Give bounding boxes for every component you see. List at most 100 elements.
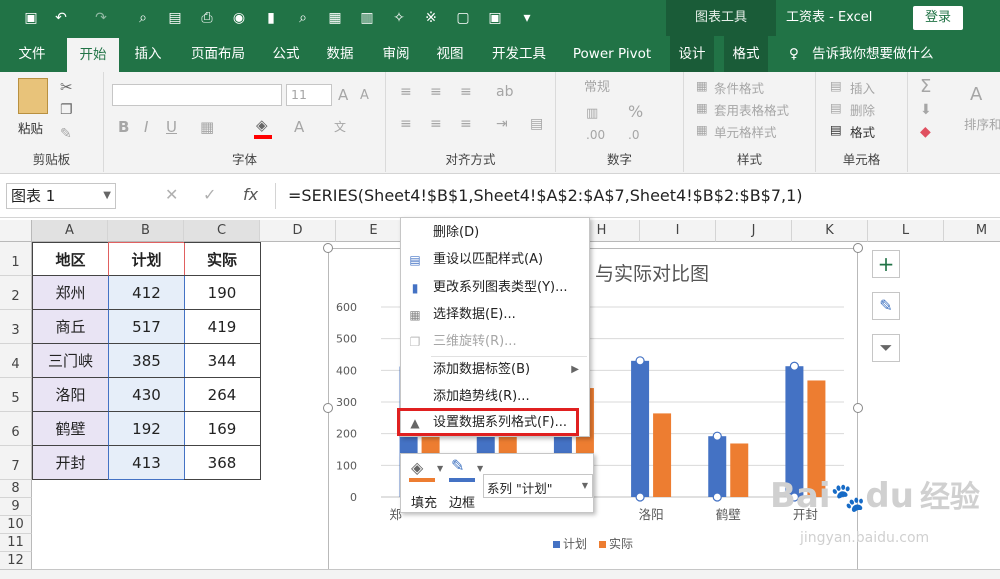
bar-actual[interactable] xyxy=(653,413,672,497)
chevron-down-icon[interactable]: ▼ xyxy=(582,481,588,490)
row-header[interactable]: 6 xyxy=(0,412,32,446)
cut-icon[interactable]: ✂ xyxy=(60,78,73,96)
font-size-box[interactable]: 11 xyxy=(286,84,332,106)
menu-item-3d-rotation[interactable]: ❐ 三维旋转(R)... xyxy=(401,328,589,355)
align-left-icon[interactable]: ≡ xyxy=(400,116,412,132)
chart-title[interactable]: 与实际对比图 xyxy=(595,259,709,286)
bold-icon[interactable]: B xyxy=(118,118,129,136)
tab-file[interactable]: 文件 xyxy=(10,36,54,72)
table-cell[interactable]: 192 xyxy=(108,412,185,446)
paste-button-label[interactable]: 粘贴 xyxy=(18,118,43,137)
table-cell[interactable]: 430 xyxy=(108,378,185,412)
chart-elements-icon[interactable]: + xyxy=(872,250,900,278)
menu-item-change-chart-type[interactable]: ▮ 更改系列图表类型(Y)... xyxy=(401,274,589,301)
column-header[interactable]: K xyxy=(792,220,868,242)
format-painter-icon[interactable]: ✎ xyxy=(60,126,72,142)
find-icon[interactable]: ⌕ xyxy=(294,9,312,27)
fill-dropdown-icon[interactable]: ▼ xyxy=(437,464,443,473)
formula-input[interactable]: =SERIES(Sheet4!$B$1,Sheet4!$A$2:$A$7,She… xyxy=(275,183,995,209)
border-icon[interactable]: ▢ xyxy=(454,9,472,27)
table-cell[interactable]: 三门峡 xyxy=(32,344,109,378)
table-cell[interactable]: 190 xyxy=(184,276,261,310)
table-cell[interactable]: 商丘 xyxy=(32,310,109,344)
font-color-icon[interactable]: A xyxy=(294,118,304,136)
table-cell[interactable]: 412 xyxy=(108,276,185,310)
increase-decimal-icon[interactable]: .00 xyxy=(586,128,605,142)
form-icon[interactable]: ▦ xyxy=(326,9,344,27)
insert-function-icon[interactable]: fx xyxy=(243,185,258,204)
number-format-box[interactable]: 常规 xyxy=(584,78,672,100)
phonetic-icon[interactable]: 文 xyxy=(334,118,346,135)
paste-icon[interactable]: ▤ xyxy=(166,9,184,27)
column-header[interactable]: J xyxy=(716,220,792,242)
paste-icon[interactable] xyxy=(18,78,48,114)
fill-icon[interactable]: ⬇ xyxy=(920,102,932,118)
tab-developer[interactable]: 开发工具 xyxy=(484,36,554,72)
table-cell[interactable]: 洛阳 xyxy=(32,378,109,412)
grow-font-icon[interactable]: A xyxy=(338,86,348,104)
fill-color-icon[interactable]: ◈ xyxy=(256,116,268,134)
tab-page-layout[interactable]: 页面布局 xyxy=(182,36,254,72)
table-cell[interactable]: 517 xyxy=(108,310,185,344)
row-header[interactable]: 5 xyxy=(0,378,32,412)
selection-point[interactable] xyxy=(635,492,645,502)
bar-plan[interactable] xyxy=(631,360,650,497)
table-cell[interactable]: 419 xyxy=(184,310,261,344)
row-header[interactable]: 10 xyxy=(0,516,32,534)
bar-plan[interactable] xyxy=(708,436,727,497)
chart-filter-icon[interactable]: ⏷ xyxy=(872,334,900,362)
menu-item-reset-style[interactable]: ▤ 重设以匹配样式(A) xyxy=(401,246,589,273)
redo-icon[interactable]: ↷ xyxy=(92,9,110,27)
italic-icon[interactable]: I xyxy=(144,118,148,136)
clear-icon[interactable]: ◆ xyxy=(920,124,931,140)
legend-label[interactable]: 实际 xyxy=(609,536,633,551)
chevron-down-icon[interactable]: ▼ xyxy=(103,184,111,208)
border-dropdown-icon[interactable]: ▼ xyxy=(477,464,483,473)
tab-design[interactable]: 设计 xyxy=(670,36,714,72)
chart-styles-icon[interactable]: ✎ xyxy=(872,292,900,320)
font-name-box[interactable] xyxy=(112,84,282,106)
table-cell[interactable]: 413 xyxy=(108,446,185,480)
tab-view[interactable]: 视图 xyxy=(428,36,472,72)
table-cell[interactable]: 开封 xyxy=(32,446,109,480)
table-header-cell[interactable]: 实际 xyxy=(184,242,261,276)
login-button[interactable]: 登录 xyxy=(913,6,963,30)
print-preview-icon[interactable]: ⌕ xyxy=(134,9,152,27)
border-label[interactable]: 边框 xyxy=(449,492,475,511)
bar-actual[interactable] xyxy=(730,443,749,497)
row-header[interactable]: 3 xyxy=(0,310,32,344)
table-cell[interactable]: 368 xyxy=(184,446,261,480)
tab-data[interactable]: 数据 xyxy=(318,36,362,72)
borders-icon[interactable]: ▦ xyxy=(200,118,214,136)
accounting-icon[interactable]: ▥ xyxy=(586,106,598,121)
tab-insert[interactable]: 插入 xyxy=(126,36,170,72)
name-box[interactable]: 图表 1 ▼ xyxy=(6,183,116,209)
camera-icon[interactable]: ◉ xyxy=(230,9,248,27)
row-header[interactable]: 1 xyxy=(0,242,32,276)
printer-icon[interactable]: ⎙ xyxy=(198,9,216,27)
shrink-font-icon[interactable]: A xyxy=(360,88,369,103)
align-right-icon[interactable]: ≡ xyxy=(460,116,472,132)
insert-cells-button[interactable]: 插入 xyxy=(850,78,875,97)
align-middle-icon[interactable]: ≡ xyxy=(430,84,442,100)
tell-me-search[interactable]: 告诉我你想要做什么 xyxy=(812,36,942,72)
macro-icon[interactable]: ✧ xyxy=(390,9,408,27)
tab-review[interactable]: 审阅 xyxy=(374,36,418,72)
row-header[interactable]: 9 xyxy=(0,498,32,516)
copy-icon[interactable]: ❐ xyxy=(60,102,73,118)
selection-point[interactable] xyxy=(635,356,645,366)
resize-handle-ml[interactable] xyxy=(323,403,333,413)
row-header[interactable]: 8 xyxy=(0,480,32,498)
table-format-button[interactable]: 套用表格格式 xyxy=(714,100,789,119)
tab-power-pivot[interactable]: Power Pivot xyxy=(566,36,658,72)
row-header[interactable]: 11 xyxy=(0,534,32,552)
row-header[interactable]: 4 xyxy=(0,344,32,378)
selection-point[interactable] xyxy=(712,492,722,502)
series-select[interactable]: 系列 "计划" ▼ xyxy=(483,474,593,498)
align-center-icon[interactable]: ≡ xyxy=(430,116,442,132)
table-cell[interactable]: 郑州 xyxy=(32,276,109,310)
calculator-icon[interactable]: ▥ xyxy=(358,9,376,27)
legend-label[interactable]: 计划 xyxy=(563,537,587,551)
align-bottom-icon[interactable]: ≡ xyxy=(460,84,472,100)
percent-icon[interactable]: % xyxy=(628,102,643,121)
